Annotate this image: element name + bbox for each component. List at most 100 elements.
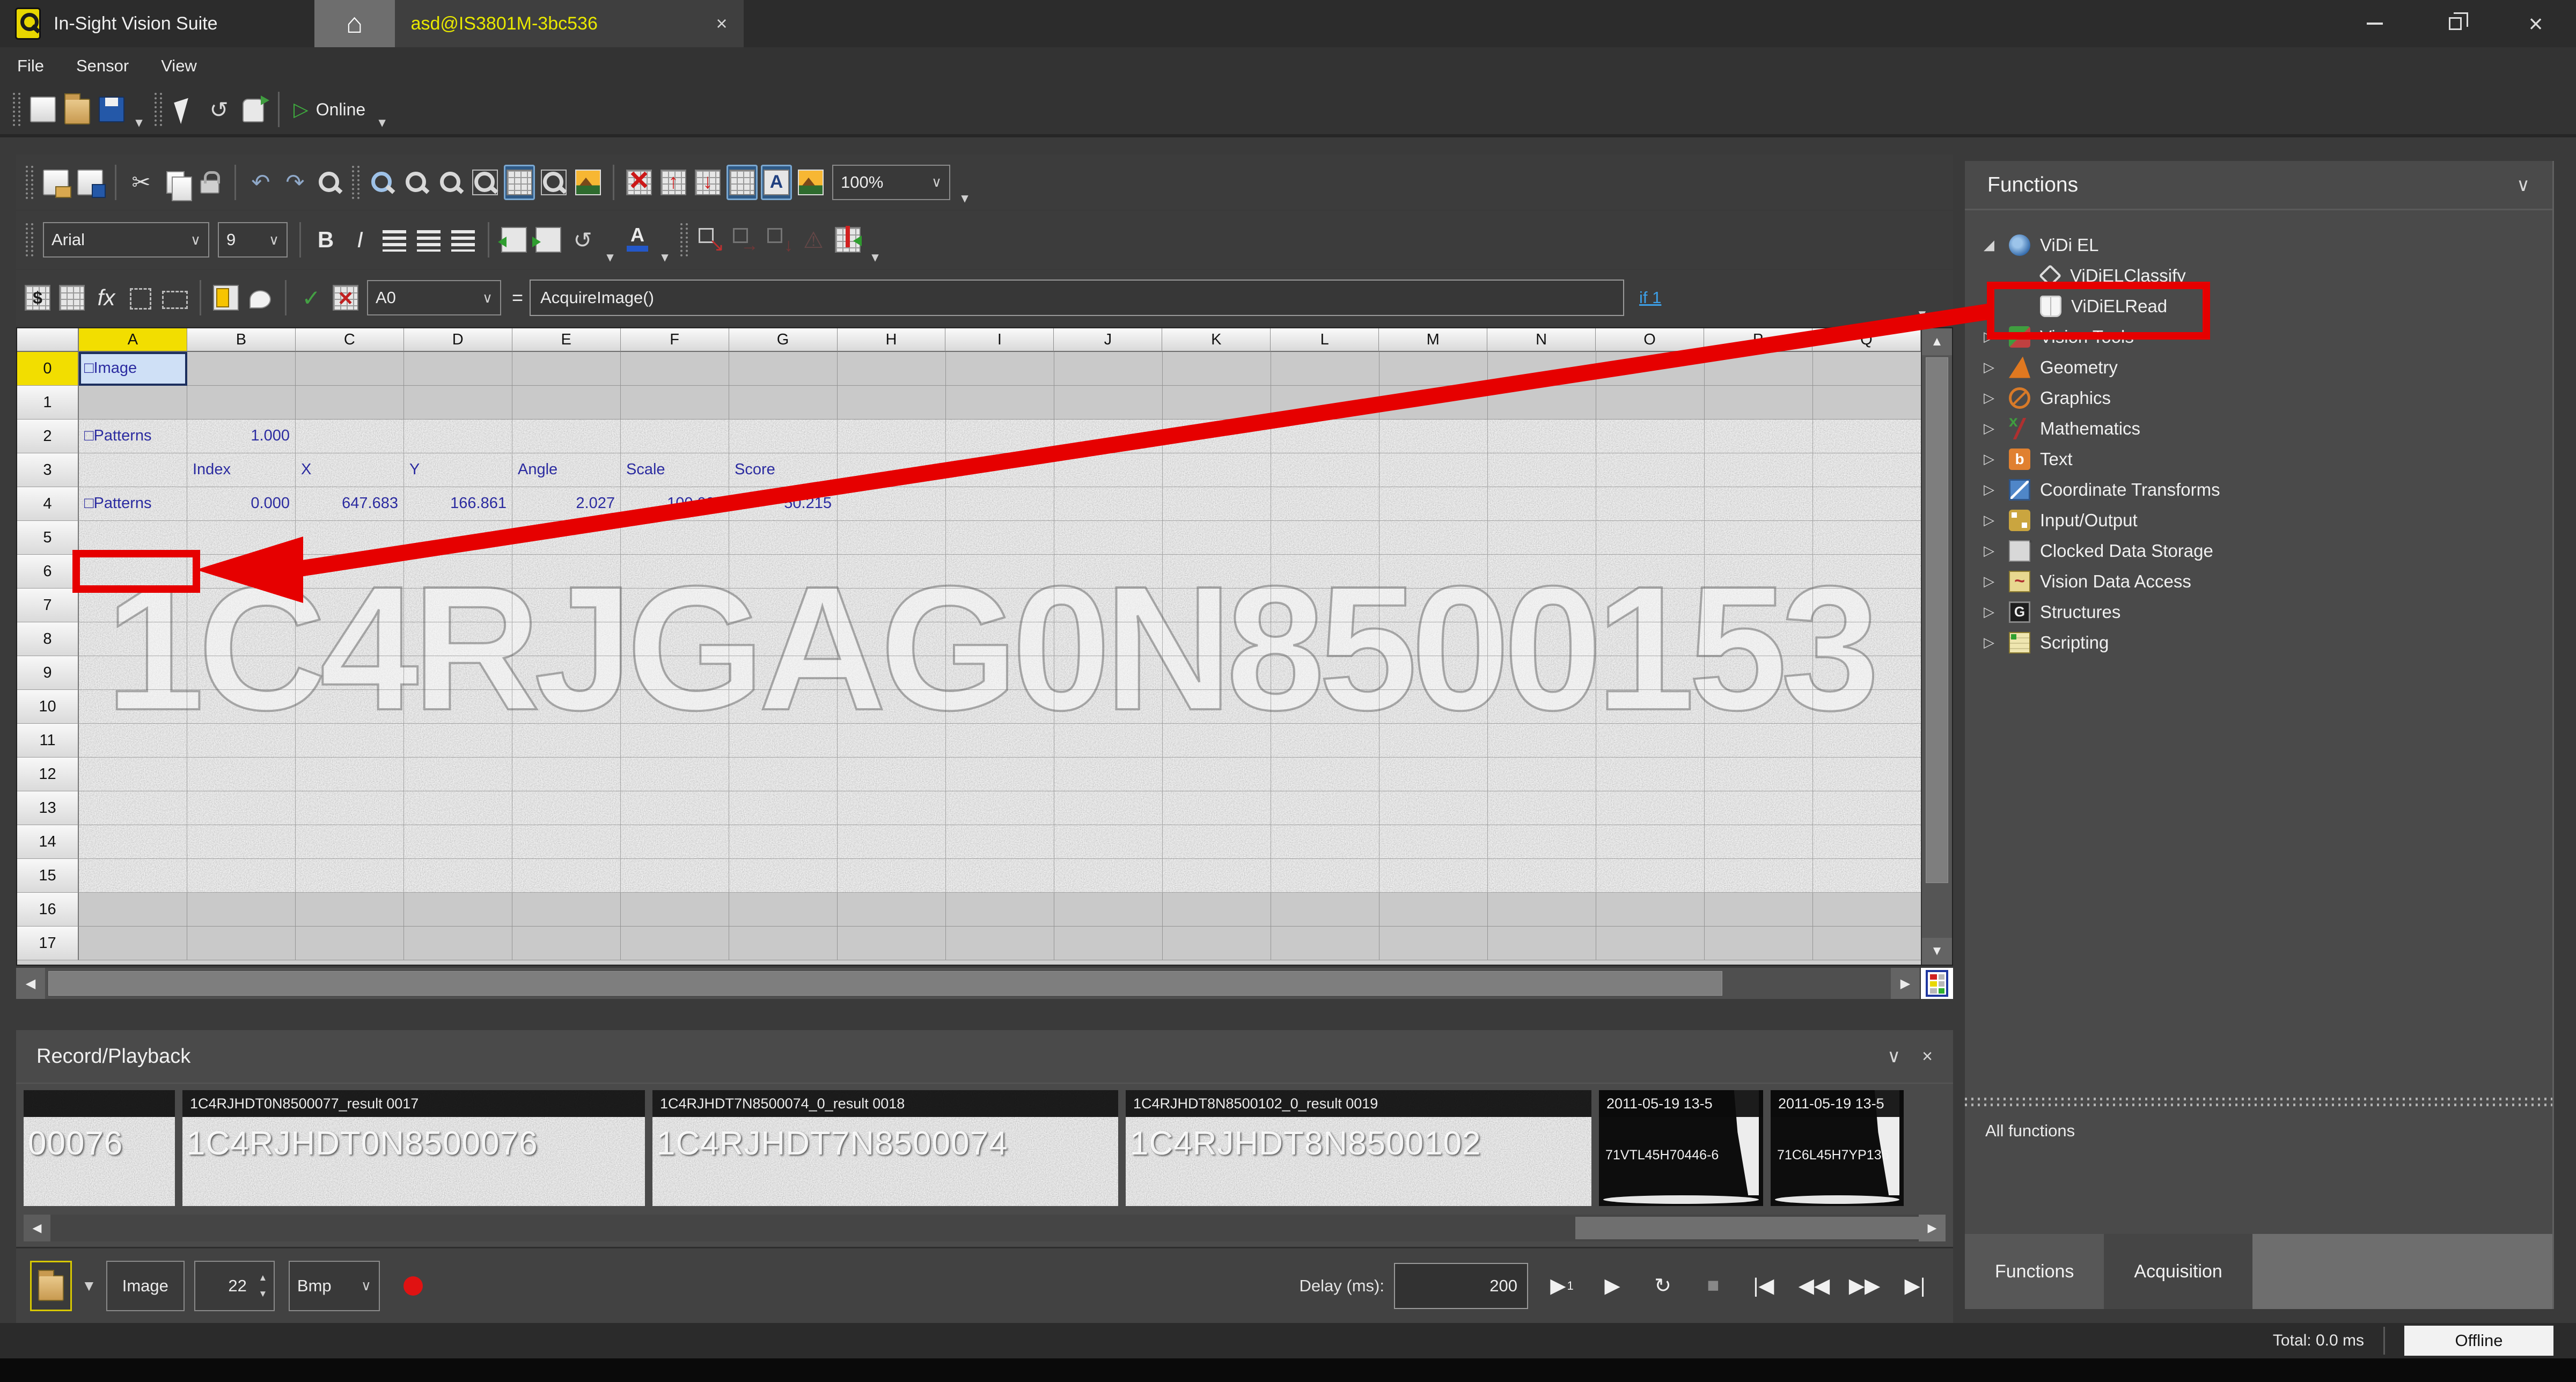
cell-L6[interactable] <box>1271 555 1379 589</box>
cell-B7[interactable] <box>187 589 296 622</box>
image-button[interactable]: Image <box>106 1261 185 1311</box>
cell-G3[interactable]: Score <box>729 453 838 487</box>
cell-B5[interactable] <box>187 521 296 555</box>
cell-L10[interactable] <box>1271 690 1379 724</box>
cell-D4[interactable]: 166.861 <box>404 487 512 521</box>
cell-P14[interactable] <box>1705 825 1813 859</box>
cell-P13[interactable] <box>1705 791 1813 825</box>
cell-F17[interactable] <box>621 927 729 960</box>
formula-input[interactable]: AcquireImage() <box>530 280 1624 316</box>
cell-D0[interactable] <box>404 352 512 386</box>
vertical-scrollbar[interactable]: ▲ ▼ <box>1921 328 1952 965</box>
row-header-0[interactable]: 0 <box>17 352 79 386</box>
column-header-D[interactable]: D <box>404 328 512 352</box>
clear-overlay[interactable] <box>623 165 655 200</box>
cell-B0[interactable] <box>187 352 296 386</box>
column-header-O[interactable]: O <box>1596 328 1704 352</box>
cell-J1[interactable] <box>1054 386 1163 420</box>
cell-H6[interactable] <box>838 555 946 589</box>
cell-H16[interactable] <box>838 893 946 927</box>
chevron-collapsed-icon[interactable]: ▷ <box>1979 481 1999 498</box>
cell-I2[interactable] <box>946 420 1054 453</box>
cell-Q14[interactable] <box>1813 825 1921 859</box>
cell-A12[interactable] <box>79 758 187 791</box>
cell-B9[interactable] <box>187 656 296 690</box>
online-overflow[interactable]: ▾ <box>373 111 391 134</box>
cell-M3[interactable] <box>1379 453 1488 487</box>
cell-H9[interactable] <box>838 656 946 690</box>
live-mode[interactable] <box>238 92 269 127</box>
cell-E0[interactable] <box>512 352 621 386</box>
cell-O9[interactable] <box>1596 656 1705 690</box>
record-indicator[interactable] <box>403 1276 423 1296</box>
cell-B14[interactable] <box>187 825 296 859</box>
cell-H4[interactable] <box>838 487 946 521</box>
row-header-4[interactable]: 4 <box>17 487 79 521</box>
column-header-Q[interactable]: Q <box>1812 328 1921 352</box>
menu-file[interactable]: File <box>17 56 44 76</box>
reset-view[interactable]: ↺ <box>203 92 234 127</box>
cell-G14[interactable] <box>729 825 838 859</box>
cell-F1[interactable] <box>621 386 729 420</box>
cell-J11[interactable] <box>1054 724 1163 758</box>
cell-B1[interactable] <box>187 386 296 420</box>
home-tab[interactable]: ⌂ <box>314 0 395 47</box>
cell-Q5[interactable] <box>1813 521 1921 555</box>
cell-B4[interactable]: 0.000 <box>187 487 296 521</box>
cell-M14[interactable] <box>1379 825 1488 859</box>
cell-N10[interactable] <box>1488 690 1596 724</box>
cell-K5[interactable] <box>1163 521 1271 555</box>
cell-F12[interactable] <box>621 758 729 791</box>
cell-A14[interactable] <box>79 825 187 859</box>
cell-O16[interactable] <box>1596 893 1705 927</box>
cell-F3[interactable]: Scale <box>621 453 729 487</box>
cell-Q15[interactable] <box>1813 859 1921 893</box>
chevron-collapsed-icon[interactable]: ▷ <box>1979 389 1999 406</box>
open-from-sensor[interactable] <box>40 165 71 200</box>
tab-acquisition[interactable]: Acquisition <box>2104 1234 2252 1309</box>
cell-A17[interactable] <box>79 927 187 960</box>
cell-L3[interactable] <box>1271 453 1379 487</box>
chevron-collapsed-icon[interactable]: ▷ <box>1979 634 1999 651</box>
cell-F11[interactable] <box>621 724 729 758</box>
cell-M16[interactable] <box>1379 893 1488 927</box>
cell-L5[interactable] <box>1271 521 1379 555</box>
cell-E5[interactable] <box>512 521 621 555</box>
cell-E3[interactable]: Angle <box>512 453 621 487</box>
row-header-1[interactable]: 1 <box>17 386 79 420</box>
close-panel-icon[interactable]: × <box>1922 1046 1933 1067</box>
cell-F8[interactable] <box>621 622 729 656</box>
cell-O17[interactable] <box>1596 927 1705 960</box>
cell-Q9[interactable] <box>1813 656 1921 690</box>
edit-range[interactable] <box>159 280 190 315</box>
protect[interactable] <box>194 165 225 200</box>
function-item-graphics[interactable]: ▷Graphics <box>1965 383 2550 413</box>
cell-Q1[interactable] <box>1813 386 1921 420</box>
cell-comment[interactable] <box>245 280 276 315</box>
cell-P4[interactable] <box>1705 487 1813 521</box>
cell-D13[interactable] <box>404 791 512 825</box>
cell-G4[interactable]: 50.215 <box>729 487 838 521</box>
cell-M17[interactable] <box>1379 927 1488 960</box>
cell-E9[interactable] <box>512 656 621 690</box>
cell-L15[interactable] <box>1271 859 1379 893</box>
cell-O8[interactable] <box>1596 622 1705 656</box>
cell-A9[interactable] <box>79 656 187 690</box>
row-header-10[interactable]: 10 <box>17 690 79 724</box>
function-item-input-output[interactable]: ▷Input/Output <box>1965 505 2550 535</box>
redo[interactable]: ↷ <box>280 165 311 200</box>
column-header-M[interactable]: M <box>1379 328 1487 352</box>
cell-G6[interactable] <box>729 555 838 589</box>
cell-D11[interactable] <box>404 724 512 758</box>
cell-K7[interactable] <box>1163 589 1271 622</box>
cell-J10[interactable] <box>1054 690 1163 724</box>
cell-Q3[interactable] <box>1813 453 1921 487</box>
function-item-coordinate-transforms[interactable]: ▷Coordinate Transforms <box>1965 474 2550 505</box>
scroll-up-icon[interactable]: ▲ <box>1922 328 1952 355</box>
cell-D3[interactable]: Y <box>404 453 512 487</box>
filmstrip-scroll-thumb[interactable] <box>1575 1217 1919 1239</box>
play-single[interactable]: ▶1 <box>1539 1268 1584 1304</box>
cell-J4[interactable] <box>1054 487 1163 521</box>
painter-overflow[interactable]: ▾ <box>601 245 619 269</box>
column-header-H[interactable]: H <box>838 328 946 352</box>
